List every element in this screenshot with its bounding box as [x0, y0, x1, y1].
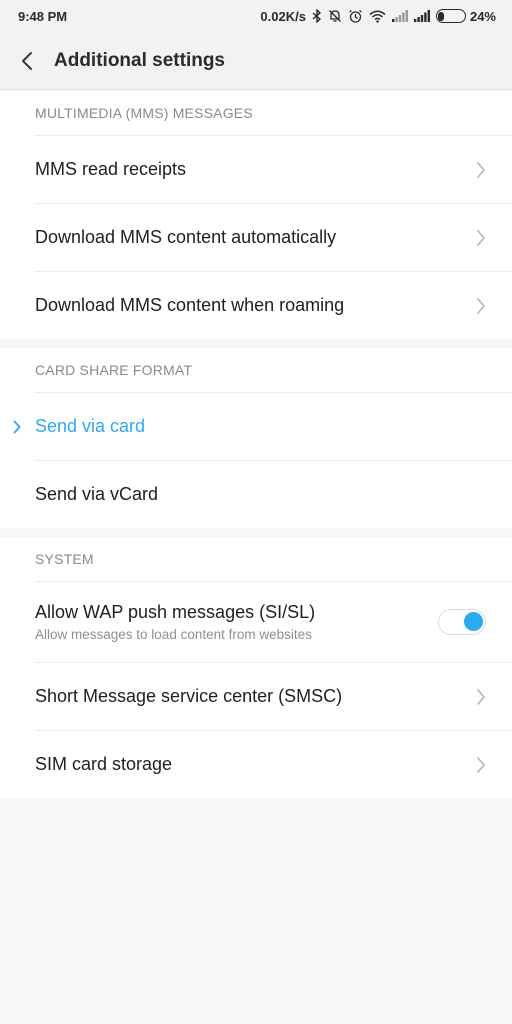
- page-title: Additional settings: [54, 49, 225, 71]
- section-title-mms: MULTIMEDIA (MMS) MESSAGES: [35, 105, 253, 121]
- chevron-right-icon: [477, 688, 485, 705]
- chevron-left-icon: [22, 51, 32, 70]
- bluetooth-icon: [312, 9, 321, 23]
- chevron-right-icon: [477, 297, 485, 314]
- toggle-knob: [464, 612, 483, 631]
- row-download-mms-roaming[interactable]: Download MMS content when roaming: [35, 271, 512, 339]
- row-label: Download MMS content automatically: [35, 227, 337, 247]
- chevron-right-icon: [477, 161, 485, 178]
- battery-fill: [438, 11, 445, 21]
- signal-icon-1: [391, 10, 408, 22]
- row-label: Allow WAP push messages (SI/SL): [35, 602, 316, 622]
- chevron-right-icon: [13, 420, 21, 433]
- row-label: MMS read receipts: [35, 159, 187, 179]
- chevron-right-icon: [477, 229, 485, 246]
- row-mms-read-receipts[interactable]: MMS read receipts: [35, 135, 512, 203]
- row-smsc[interactable]: Short Message service center (SMSC): [35, 662, 512, 730]
- row-label: SIM card storage: [35, 754, 173, 774]
- status-bar: 9:48 PM 0.02K/s 24%: [0, 0, 512, 32]
- section-title-system: SYSTEM: [35, 551, 94, 567]
- status-time: 9:48 PM: [18, 8, 68, 24]
- row-wap-push[interactable]: Allow WAP push messages (SI/SL) Allow me…: [35, 581, 512, 662]
- battery-percent: 24%: [469, 8, 496, 24]
- status-icons: 0.02K/s 24%: [260, 9, 496, 24]
- battery: 24%: [435, 8, 496, 24]
- section-title-card: CARD SHARE FORMAT: [35, 362, 193, 378]
- row-sublabel: Allow messages to load content from webs…: [35, 627, 312, 642]
- section-mms: MULTIMEDIA (MMS) MESSAGES MMS read recei…: [0, 91, 512, 339]
- row-download-mms-auto[interactable]: Download MMS content automatically: [35, 203, 512, 271]
- mute-bell-icon: [329, 10, 341, 22]
- chevron-right-icon: [477, 756, 485, 773]
- alarm-icon: [349, 9, 362, 23]
- row-send-via-card[interactable]: Send via card: [13, 392, 512, 460]
- app-header: Additional settings: [0, 32, 512, 90]
- battery-icon: [435, 9, 466, 23]
- row-label: Download MMS content when roaming: [35, 295, 345, 315]
- section-system: SYSTEM Allow WAP push messages (SI/SL) A…: [0, 537, 512, 798]
- wap-push-toggle[interactable]: [438, 609, 486, 635]
- row-send-via-vcard[interactable]: Send via vCard: [35, 460, 512, 528]
- row-texts: Allow WAP push messages (SI/SL) Allow me…: [35, 602, 315, 642]
- row-label: Send via card: [35, 416, 146, 436]
- net-speed: 0.02K/s: [260, 8, 306, 24]
- section-card-share: CARD SHARE FORMAT Send via card Send via…: [0, 348, 512, 528]
- row-label: Send via vCard: [35, 484, 159, 504]
- back-button[interactable]: [0, 32, 54, 90]
- row-label: Short Message service center (SMSC): [35, 686, 343, 706]
- signal-icon-2: [413, 10, 430, 22]
- wifi-icon: [369, 10, 386, 23]
- row-sim-storage[interactable]: SIM card storage: [35, 730, 512, 798]
